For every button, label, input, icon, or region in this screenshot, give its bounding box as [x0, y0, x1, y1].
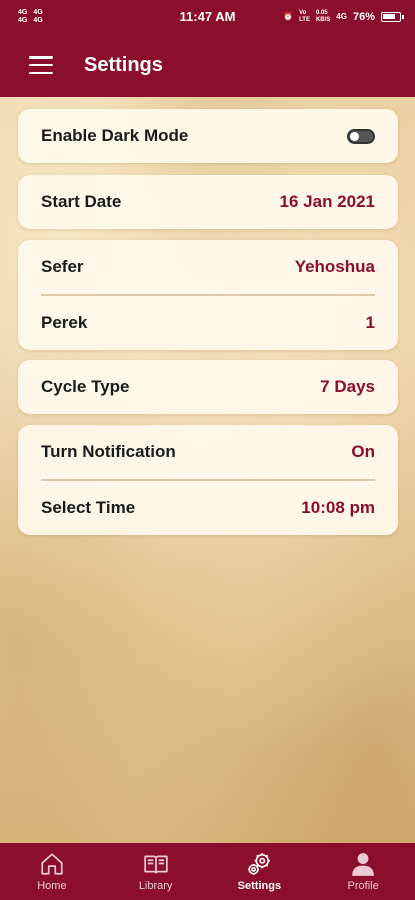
start-date-card: Start Date 16 Jan 2021 [18, 175, 398, 229]
notification-value[interactable]: On [351, 442, 375, 462]
perek-label: Perek [41, 312, 88, 332]
network-type: 4G [336, 12, 347, 21]
notification-row[interactable]: Turn Notification On [18, 425, 398, 479]
sefer-value[interactable]: Yehoshua [295, 257, 375, 277]
cycle-type-value[interactable]: 7 Days [320, 377, 375, 397]
sefer-label: Sefer [41, 257, 84, 276]
nav-settings[interactable]: Settings [208, 843, 312, 900]
signal-text-2: 4G 4G [33, 8, 43, 24]
start-date-row[interactable]: Start Date 16 Jan 2021 [18, 175, 398, 229]
hamburger-menu-icon[interactable] [29, 56, 53, 74]
nav-profile-label: Profile [347, 880, 379, 892]
nav-library-label: Library [138, 880, 173, 892]
nav-library[interactable]: Library [104, 843, 208, 900]
nav-home[interactable]: Home [0, 843, 104, 900]
nav-profile[interactable]: Profile [311, 843, 415, 900]
book-icon [143, 855, 168, 874]
start-date-label: Start Date [41, 192, 122, 211]
select-time-row[interactable]: Select Time 10:08 pm [18, 481, 398, 535]
gears-icon [248, 853, 271, 875]
signal-indicators: 4G 4G 4G 4G [18, 9, 43, 25]
battery-icon [381, 11, 404, 22]
status-bar: 4G 4G 4G 4G 11:47 AM ⏰ Vo LTE 0.05 KB/S … [0, 0, 415, 33]
perek-value[interactable]: 1 [366, 313, 375, 333]
cycle-type-row[interactable]: Cycle Type 7 Days [18, 360, 398, 414]
dark-mode-toggle[interactable] [347, 128, 375, 144]
notification-label: Turn Notification [41, 442, 176, 461]
sefer-perek-card: Sefer Yehoshua Perek 1 [18, 240, 398, 350]
home-icon [41, 853, 63, 875]
dark-mode-label: Enable Dark Mode [41, 126, 189, 145]
cycle-type-card: Cycle Type 7 Days [18, 360, 398, 414]
dark-mode-card: Enable Dark Mode [18, 109, 398, 163]
nav-home-label: Home [37, 880, 67, 892]
network-speed: 0.05 KB/S [315, 9, 331, 23]
alarm-icon: ⏰ [283, 12, 294, 21]
bottom-nav: Home Library Settings Profile [0, 843, 415, 900]
nav-settings-label: Settings [237, 880, 282, 892]
battery-percent: 76% [352, 10, 375, 23]
dark-mode-row[interactable]: Enable Dark Mode [18, 109, 398, 163]
select-time-label: Select Time [41, 497, 136, 517]
notification-card: Turn Notification On Select Time 10:08 p… [18, 425, 398, 535]
person-icon [352, 853, 374, 876]
signal-text-1: 4G 4G [18, 8, 28, 24]
page-title: Settings [84, 53, 163, 76]
app-bar: Settings [0, 33, 415, 97]
start-date-value[interactable]: 16 Jan 2021 [280, 192, 375, 212]
select-time-value[interactable]: 10:08 pm [301, 498, 375, 518]
volte-indicator: Vo LTE [299, 9, 310, 23]
perek-row[interactable]: Perek 1 [18, 296, 398, 350]
status-icons: ⏰ Vo LTE 0.05 KB/S 4G 76% [283, 9, 404, 24]
cycle-type-label: Cycle Type [41, 377, 130, 396]
sefer-row[interactable]: Sefer Yehoshua [18, 240, 398, 294]
